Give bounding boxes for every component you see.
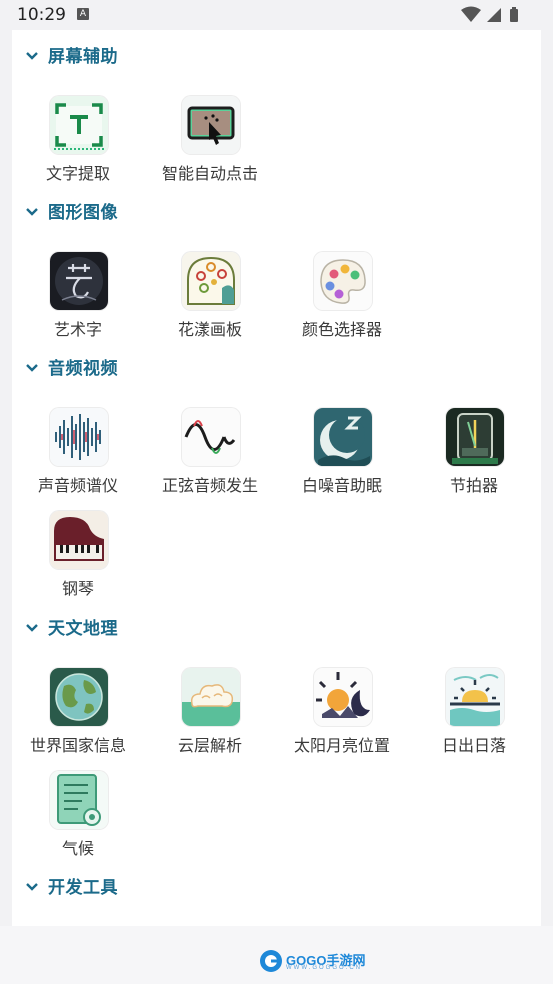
tool-drawing-board[interactable]: 花漾画板 [144, 252, 276, 352]
tool-label: 颜色选择器 [301, 320, 382, 339]
tool-list-panel: 屏幕辅助 文字提取 智能自动点击 图形图像 艺术字 花漾画板 颜色选择器 音频视… [12, 30, 541, 926]
section-title: 图形图像 [48, 203, 118, 223]
chevron-down-icon [26, 624, 38, 632]
section-header[interactable]: 天文地理 [12, 616, 541, 642]
tool-art-text[interactable]: 艺术字 [12, 252, 144, 352]
color-palette-icon [314, 252, 372, 310]
status-time: 10:29 [17, 5, 66, 25]
logo-subtext: WWW.GOGGO.CN [286, 965, 362, 971]
tool-label: 世界国家信息 [29, 736, 126, 755]
signal-icon [487, 8, 501, 22]
tool-label: 云层解析 [177, 736, 242, 755]
tool-label: 气候 [61, 839, 94, 858]
site-logo: GOGO手游网 WWW.GOGGO.CN [258, 948, 366, 978]
section-title: 屏幕辅助 [48, 47, 118, 67]
section-header[interactable]: 音频视频 [12, 356, 541, 382]
tool-sunrise-sunset[interactable]: 日出日落 [408, 668, 540, 768]
tool-label: 花漾画板 [177, 320, 242, 339]
chevron-down-icon [26, 883, 38, 891]
section-title: 音频视频 [48, 359, 118, 379]
tool-label: 节拍器 [449, 476, 498, 495]
tool-label: 智能自动点击 [161, 164, 258, 183]
tool-label: 日出日落 [441, 736, 506, 755]
sine-wave-icon [182, 408, 240, 466]
tool-auto-click[interactable]: 智能自动点击 [144, 96, 276, 196]
art-text-icon [50, 252, 108, 310]
section-header[interactable]: 图形图像 [12, 200, 541, 226]
cloud-icon [182, 668, 240, 726]
tool-spectrum[interactable]: 声音频谱仪 [12, 408, 144, 508]
section-header[interactable]: 屏幕辅助 [12, 44, 541, 70]
drawing-board-icon [182, 252, 240, 310]
notification-icon: A [77, 8, 89, 20]
sleep-moon-icon [314, 408, 372, 466]
tool-label: 文字提取 [45, 164, 110, 183]
sun-moon-icon [314, 668, 372, 726]
logo-icon [260, 950, 282, 972]
status-icons [461, 6, 541, 24]
wifi-icon [461, 6, 481, 22]
tool-label: 钢琴 [61, 579, 94, 598]
text-extract-icon [50, 96, 108, 154]
tool-white-noise[interactable]: 白噪音助眠 [276, 408, 408, 508]
tool-label: 太阳月亮位置 [293, 736, 390, 755]
tool-sun-moon-position[interactable]: 太阳月亮位置 [276, 668, 408, 768]
tool-piano[interactable]: 钢琴 [12, 511, 144, 611]
climate-doc-icon [50, 771, 108, 829]
tool-text-extract[interactable]: 文字提取 [12, 96, 144, 196]
tool-label: 艺术字 [53, 320, 102, 339]
bottom-bar: GOGO手游网 WWW.GOGGO.CN [0, 926, 553, 984]
piano-icon [50, 511, 108, 569]
sunrise-icon [446, 668, 504, 726]
chevron-down-icon [26, 208, 38, 216]
tool-label: 正弦音频发生 [161, 476, 258, 495]
auto-click-icon [182, 96, 240, 154]
globe-icon [50, 668, 108, 726]
tool-label: 白噪音助眠 [301, 476, 382, 495]
tool-cloud-analysis[interactable]: 云层解析 [144, 668, 276, 768]
tool-metronome[interactable]: 节拍器 [408, 408, 540, 508]
tool-label: 声音频谱仪 [37, 476, 118, 495]
chevron-down-icon [26, 364, 38, 372]
tool-color-picker[interactable]: 颜色选择器 [276, 252, 408, 352]
battery-icon [510, 7, 518, 22]
tool-climate[interactable]: 气候 [12, 771, 144, 871]
section-title: 开发工具 [48, 878, 118, 898]
metronome-icon [446, 408, 504, 466]
chevron-down-icon [26, 52, 38, 60]
status-bar: 10:29 A [0, 0, 553, 30]
section-title: 天文地理 [48, 619, 118, 639]
tool-sine-generator[interactable]: 正弦音频发生 [144, 408, 276, 508]
section-header[interactable]: 开发工具 [12, 875, 541, 901]
spectrum-icon [50, 408, 108, 466]
tool-world-countries[interactable]: 世界国家信息 [12, 668, 144, 768]
